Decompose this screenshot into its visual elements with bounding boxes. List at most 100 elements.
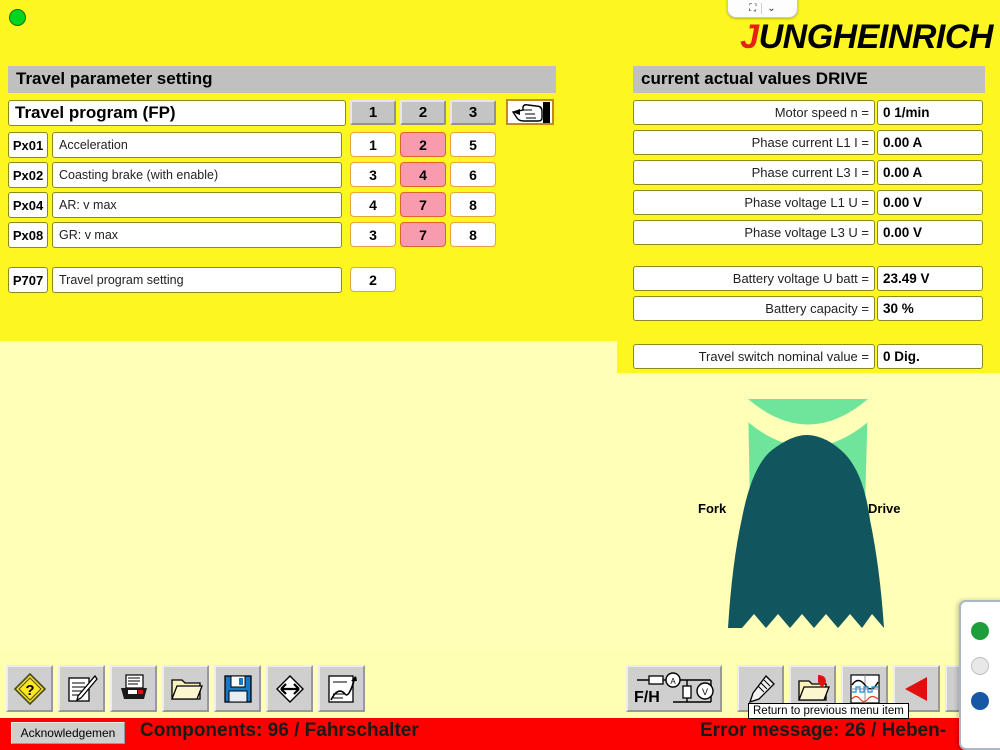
actual-value-reading: 0.00 V bbox=[877, 220, 983, 245]
parameter-value-cell[interactable]: 4 bbox=[350, 192, 396, 217]
fh-circuit-icon: F/H A V bbox=[631, 669, 717, 709]
parameter-row: Px08 GR: v max bbox=[8, 222, 342, 248]
parameter-row: Px02 Coasting brake (with enable) bbox=[8, 162, 342, 188]
parameter-value-cell[interactable]: 5 bbox=[450, 132, 496, 157]
actual-value-row: Phase current L3 I = 0.00 A bbox=[633, 160, 983, 185]
parameter-value-cell-selected[interactable]: 2 bbox=[400, 132, 446, 157]
svg-text:A: A bbox=[670, 677, 676, 686]
svg-text:F/H: F/H bbox=[634, 689, 660, 706]
parameter-value-cell[interactable]: 3 bbox=[350, 222, 396, 247]
travel-program-setting-row: P707 Travel program setting bbox=[8, 267, 342, 293]
brand-logo: JUNGHEINRICH bbox=[740, 18, 993, 57]
double-arrow-diamond-icon bbox=[273, 672, 307, 706]
battery-value-label: Battery voltage U batt = bbox=[633, 266, 875, 291]
pointing-hand-icon[interactable] bbox=[506, 99, 554, 125]
graphic-label-fork: Fork bbox=[698, 501, 726, 516]
actual-value-label: Motor speed n = bbox=[633, 100, 875, 125]
measure-circuit-button[interactable]: F/H A V bbox=[626, 665, 722, 712]
brand-accent-letter: J bbox=[740, 18, 758, 56]
parameter-value-cell[interactable]: 8 bbox=[450, 192, 496, 217]
question-diamond-icon: ? bbox=[13, 672, 47, 706]
side-panel[interactable] bbox=[959, 600, 1000, 750]
actual-value-row: Phase voltage L1 U = 0.00 V bbox=[633, 190, 983, 215]
right-panel-title: current actual values DRIVE bbox=[633, 66, 985, 93]
connection-status-icon bbox=[9, 9, 26, 26]
edit-button[interactable] bbox=[58, 665, 105, 712]
acknowledge-button[interactable]: Acknowledgemen bbox=[11, 722, 125, 744]
parameter-value-cell[interactable]: 3 bbox=[350, 162, 396, 187]
travel-switch-row: Travel switch nominal value = 0 Dig. bbox=[633, 344, 983, 369]
tooltip: Return to previous menu item bbox=[748, 703, 909, 719]
application-window: ⛶ ⌄ JUNGHEINRICH Travel parameter settin… bbox=[0, 0, 1000, 750]
program-button-2[interactable]: 2 bbox=[400, 100, 446, 125]
svg-text:?: ? bbox=[25, 682, 34, 699]
parameter-name: GR: v max bbox=[52, 222, 342, 248]
signature-document-icon bbox=[325, 672, 359, 706]
travel-switch-reading: 0 Dig. bbox=[877, 344, 983, 369]
blue-globe-icon[interactable] bbox=[971, 692, 989, 710]
status-error-message-text: Error message: 26 / Heben- bbox=[700, 720, 946, 742]
print-button[interactable] bbox=[110, 665, 157, 712]
brand-text: UNGHEINRICH bbox=[759, 18, 993, 56]
actual-value-label: Phase voltage L1 U = bbox=[633, 190, 875, 215]
floating-window-toolbar[interactable]: ⛶ ⌄ bbox=[727, 0, 798, 18]
parameter-code: Px04 bbox=[8, 192, 48, 218]
left-triangle-icon bbox=[900, 672, 934, 706]
parameter-row: Px04 AR: v max bbox=[8, 192, 342, 218]
svg-text:V: V bbox=[702, 687, 708, 697]
parameter-value-cell-selected[interactable]: 4 bbox=[400, 162, 446, 187]
setting-value-cell[interactable]: 2 bbox=[350, 267, 396, 292]
parameter-value-cell[interactable]: 1 bbox=[350, 132, 396, 157]
folder-marker-icon bbox=[796, 672, 830, 706]
travel-curve-graphic: Fork Drive bbox=[690, 388, 930, 638]
open-button[interactable] bbox=[162, 665, 209, 712]
program-button-3[interactable]: 3 bbox=[450, 100, 496, 125]
syringe-probe-icon bbox=[744, 672, 778, 706]
help-button[interactable]: ? bbox=[6, 665, 53, 712]
chevron-down-icon[interactable]: ⌄ bbox=[767, 4, 775, 14]
battery-value-row: Battery voltage U batt = 23.49 V bbox=[633, 266, 983, 291]
actual-value-label: Phase current L1 I = bbox=[633, 130, 875, 155]
graphic-label-drive: Drive bbox=[868, 501, 901, 516]
actual-value-label: Phase voltage L3 U = bbox=[633, 220, 875, 245]
parameter-code: Px01 bbox=[8, 132, 48, 158]
toolbar-divider bbox=[761, 3, 762, 14]
waveform-graph-icon bbox=[848, 672, 882, 706]
parameter-name: Coasting brake (with enable) bbox=[52, 162, 342, 188]
actual-value-reading: 0.00 A bbox=[877, 130, 983, 155]
actual-value-row: Motor speed n = 0 1/min bbox=[633, 100, 983, 125]
save-button[interactable] bbox=[214, 665, 261, 712]
parameter-value-cell[interactable]: 8 bbox=[450, 222, 496, 247]
battery-value-row: Battery capacity = 30 % bbox=[633, 296, 983, 321]
status-components-text: Components: 96 / Fahrschalter bbox=[140, 720, 419, 742]
actual-value-reading: 0 1/min bbox=[877, 100, 983, 125]
parameter-name: AR: v max bbox=[52, 192, 342, 218]
battery-value-label: Battery capacity = bbox=[633, 296, 875, 321]
fullscreen-icon[interactable]: ⛶ bbox=[749, 4, 756, 14]
transfer-button[interactable] bbox=[266, 665, 313, 712]
actual-value-reading: 0.00 A bbox=[877, 160, 983, 185]
actual-value-reading: 0.00 V bbox=[877, 190, 983, 215]
actual-value-label: Phase current L3 I = bbox=[633, 160, 875, 185]
battery-value-reading: 23.49 V bbox=[877, 266, 983, 291]
printer-icon bbox=[117, 672, 151, 706]
setting-code: P707 bbox=[8, 267, 48, 293]
parameter-value-cell-selected[interactable]: 7 bbox=[400, 222, 446, 247]
parameter-value-cell[interactable]: 6 bbox=[450, 162, 496, 187]
document-pen-icon bbox=[65, 672, 99, 706]
left-panel-title: Travel parameter setting bbox=[8, 66, 556, 93]
floppy-disk-icon bbox=[221, 672, 255, 706]
parameter-value-cell-selected[interactable]: 7 bbox=[400, 192, 446, 217]
actual-value-row: Phase current L1 I = 0.00 A bbox=[633, 130, 983, 155]
sign-button[interactable] bbox=[318, 665, 365, 712]
actual-value-row: Phase voltage L3 U = 0.00 V bbox=[633, 220, 983, 245]
green-globe-icon[interactable] bbox=[971, 622, 989, 640]
program-button-1[interactable]: 1 bbox=[350, 100, 396, 125]
parameter-row: Px01 Acceleration bbox=[8, 132, 342, 158]
grey-clock-icon[interactable] bbox=[971, 657, 989, 675]
folder-icon bbox=[169, 672, 203, 706]
battery-value-reading: 30 % bbox=[877, 296, 983, 321]
parameter-name: Acceleration bbox=[52, 132, 342, 158]
travel-switch-label: Travel switch nominal value = bbox=[633, 344, 875, 369]
parameter-code: Px02 bbox=[8, 162, 48, 188]
